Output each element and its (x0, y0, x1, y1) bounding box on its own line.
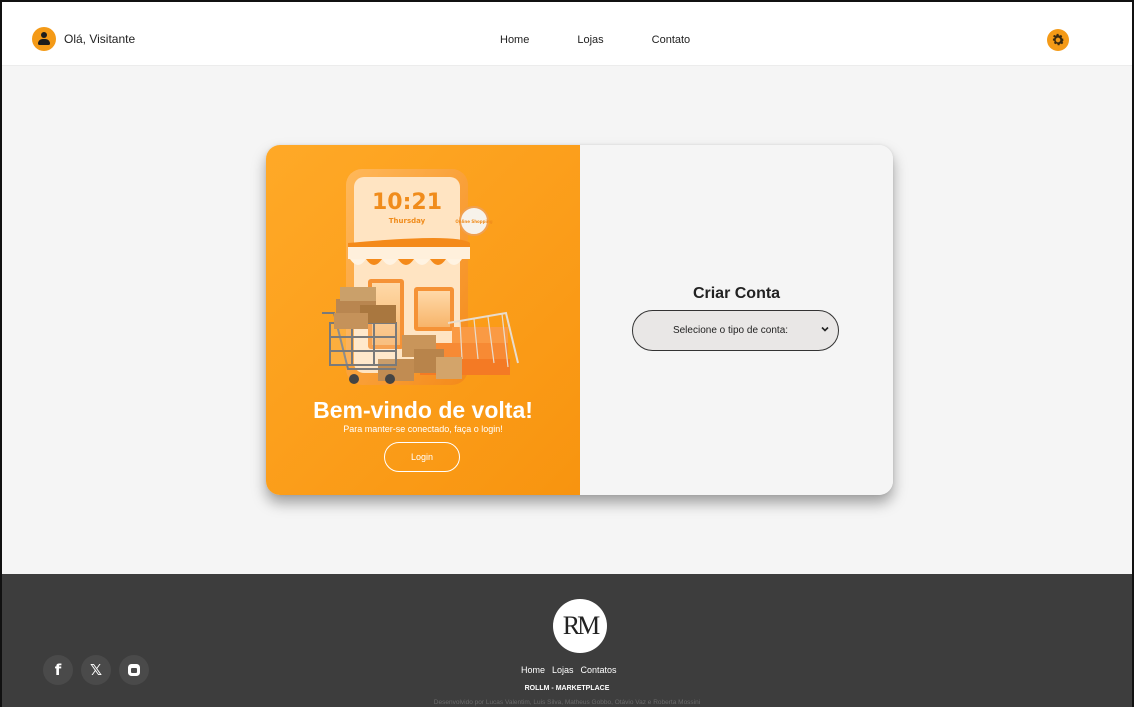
welcome-panel: 10:21 Thursday Online Shopping Bem-vindo… (266, 145, 580, 495)
footer-nav: Home Lojas Contatos (521, 665, 617, 675)
settings-gear-icon[interactable] (1047, 29, 1069, 51)
chevron-down-icon (821, 326, 829, 332)
rollm-logo: RM (553, 599, 607, 653)
footer-lojas-link[interactable]: Lojas (552, 665, 574, 675)
online-store-illustration: 10:21 Thursday Online Shopping (322, 169, 519, 385)
site-footer: RM f 𝕏 Home Lojas Contatos ROLLM - MARKE… (2, 574, 1132, 707)
login-button[interactable]: Login (384, 442, 460, 472)
nav-home-link[interactable]: Home (500, 34, 529, 46)
footer-contatos-link[interactable]: Contatos (581, 665, 617, 675)
user-greeting[interactable]: Olá, Visitante (32, 27, 135, 51)
illustration-sign-text: Online Shopping (455, 219, 492, 224)
greeting-text: Olá, Visitante (64, 32, 136, 46)
account-type-selected-value: Selecione o tipo de conta: (672, 325, 789, 336)
create-account-title: Criar Conta (692, 285, 781, 302)
account-type-select[interactable]: Selecione o tipo de conta: (632, 310, 839, 351)
footer-credits: Desenvolvido por Lucas Valentim, Luis Si… (433, 699, 701, 706)
facebook-icon[interactable]: f (43, 655, 73, 685)
auth-card: 10:21 Thursday Online Shopping Bem-vindo… (266, 145, 893, 495)
instagram-icon[interactable] (119, 655, 149, 685)
welcome-title: Bem-vindo de volta! (313, 397, 533, 423)
x-twitter-icon[interactable]: 𝕏 (81, 655, 111, 685)
signup-panel: Criar Conta Selecione o tipo de conta: (580, 145, 893, 495)
main-nav: Home Lojas Contato (500, 34, 690, 46)
nav-lojas-link[interactable]: Lojas (577, 34, 603, 46)
social-links: f 𝕏 (43, 655, 149, 685)
top-header: Olá, Visitante Home Lojas Contato (2, 2, 1132, 66)
welcome-subtitle: Para manter-se conectado, faça o login! (343, 424, 503, 434)
user-avatar-icon[interactable] (32, 27, 56, 51)
footer-brand: ROLLM - MARKETPLACE (524, 685, 610, 692)
nav-contato-link[interactable]: Contato (652, 34, 691, 46)
illustration-day-text: Thursday (389, 217, 426, 225)
footer-home-link[interactable]: Home (521, 665, 545, 675)
illustration-clock-text: 10:21 (372, 190, 442, 215)
